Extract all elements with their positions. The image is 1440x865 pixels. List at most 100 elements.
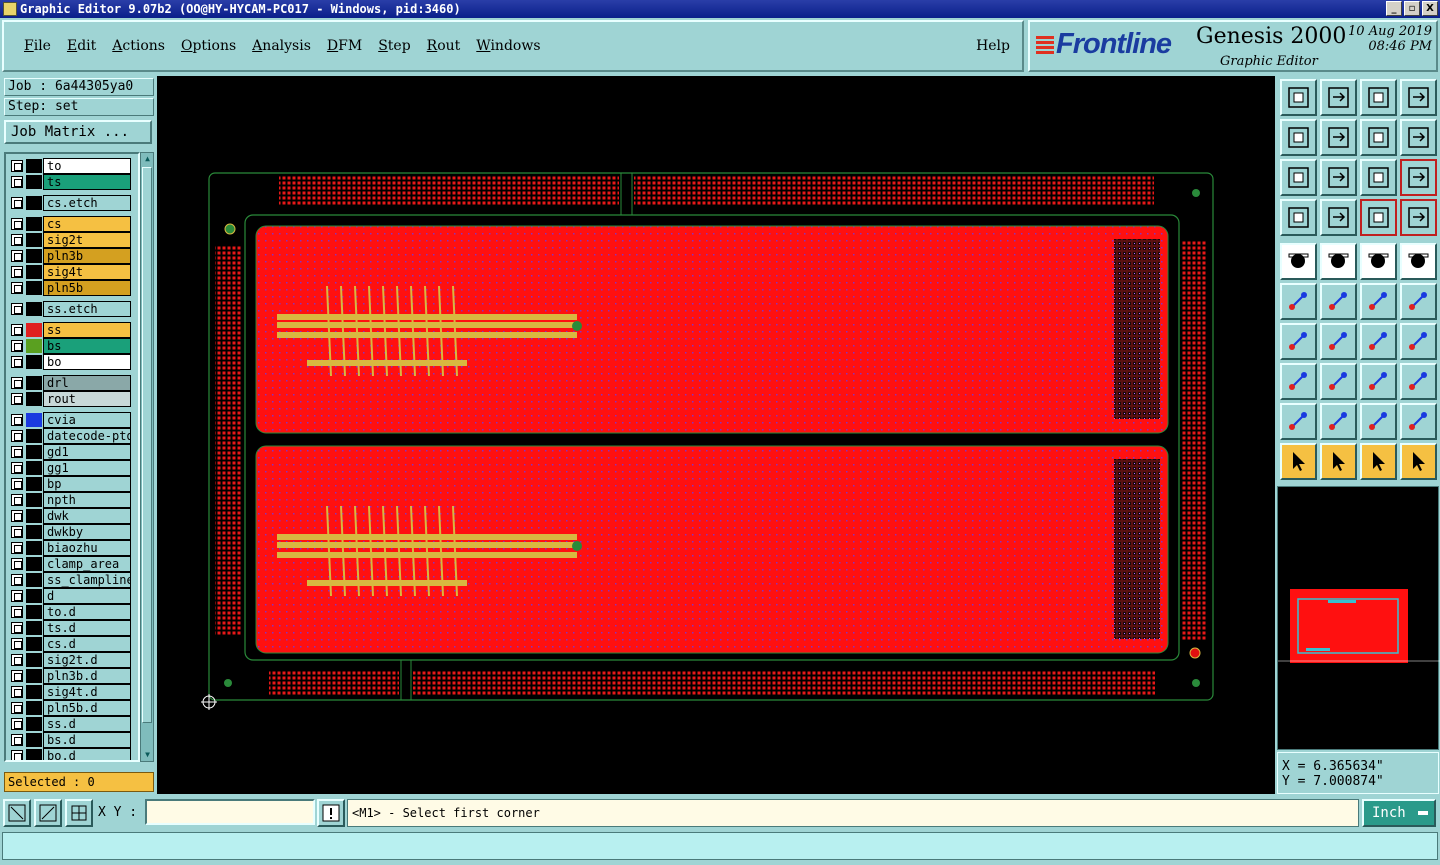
layer-row[interactable]: cs.d — [8, 636, 138, 652]
select-box-tool-button[interactable] — [1320, 443, 1357, 480]
alert-button[interactable] — [317, 799, 345, 827]
layer-name[interactable]: ss — [43, 322, 131, 338]
edit-shape-tool-button[interactable] — [1320, 243, 1357, 280]
layer-color-swatch[interactable] — [26, 701, 42, 715]
layer-color-swatch[interactable] — [26, 302, 42, 316]
layer-name[interactable]: bs.d — [43, 732, 131, 748]
layer-name[interactable]: dwkby — [43, 524, 131, 540]
layer-color-swatch[interactable] — [26, 493, 42, 507]
menu-analysis[interactable]: Analysis — [244, 38, 319, 54]
layer-row[interactable]: gd1 — [8, 444, 138, 460]
copy-pad-tool-button[interactable] — [1400, 283, 1437, 320]
layer-name[interactable]: ss_clampline — [43, 572, 131, 588]
layer-checkbox[interactable] — [11, 160, 23, 172]
layer-name[interactable]: cs.d — [43, 636, 131, 652]
layer-row[interactable]: dwkby — [8, 524, 138, 540]
layer-color-swatch[interactable] — [26, 376, 42, 390]
layer-name[interactable]: bo — [43, 354, 131, 370]
delete-x-tool-button[interactable] — [1320, 283, 1357, 320]
layer-checkbox[interactable] — [11, 218, 23, 230]
layer-name[interactable]: sig4t.d — [43, 684, 131, 700]
layer-row[interactable]: pln5b.d — [8, 700, 138, 716]
layer-checkbox[interactable] — [11, 510, 23, 522]
layer-checkbox[interactable] — [11, 558, 23, 570]
pad-snap-tool-button[interactable] — [1360, 199, 1397, 236]
layer-checkbox[interactable] — [11, 638, 23, 650]
layer-name[interactable]: sig2t.d — [43, 652, 131, 668]
zoom-center-tool-button[interactable] — [1320, 159, 1357, 196]
layer-row[interactable]: sig2t — [8, 232, 138, 248]
open-job-tool-button[interactable] — [1280, 79, 1317, 116]
layer-checkbox[interactable] — [11, 606, 23, 618]
layer-checkbox[interactable] — [11, 686, 23, 698]
layer-color-swatch[interactable] — [26, 233, 42, 247]
layer-name[interactable]: ts — [43, 174, 131, 190]
layer-name[interactable]: clamp_area — [43, 556, 131, 572]
layer-name[interactable]: cvia — [43, 412, 131, 428]
layer-row[interactable]: sig2t.d — [8, 652, 138, 668]
menu-dfm[interactable]: DFM — [319, 38, 370, 54]
layer-name[interactable]: rout — [43, 391, 131, 407]
layer-row[interactable]: bs.d — [8, 732, 138, 748]
layer-name[interactable]: cs — [43, 216, 131, 232]
layer-name[interactable]: ss.d — [43, 716, 131, 732]
layer-color-swatch[interactable] — [26, 265, 42, 279]
layer-color-swatch[interactable] — [26, 509, 42, 523]
layer-name[interactable]: to.d — [43, 604, 131, 620]
layer-color-swatch[interactable] — [26, 557, 42, 571]
layer-row[interactable]: pln5b — [8, 280, 138, 296]
poly-triangle-tool-button[interactable] — [1280, 403, 1317, 440]
menu-rout[interactable]: Rout — [419, 38, 469, 54]
layer-color-swatch[interactable] — [26, 589, 42, 603]
measure-button[interactable] — [34, 799, 62, 827]
poly-fill-tool-button[interactable] — [1360, 403, 1397, 440]
layer-name[interactable]: to — [43, 158, 131, 174]
layer-out-tool-button[interactable] — [1320, 119, 1357, 156]
layer-name[interactable]: biaozhu — [43, 540, 131, 556]
fill-pad-tool-button[interactable] — [1280, 243, 1317, 280]
layer-color-swatch[interactable] — [26, 733, 42, 747]
layer-checkbox[interactable] — [11, 250, 23, 262]
layer-color-swatch[interactable] — [26, 605, 42, 619]
move-pad-tool-button[interactable] — [1360, 283, 1397, 320]
layer-name[interactable]: bs — [43, 338, 131, 354]
layer-checkbox[interactable] — [11, 303, 23, 315]
round-pad-tool-button[interactable] — [1400, 243, 1437, 280]
layer-color-swatch[interactable] — [26, 637, 42, 651]
layer-color-swatch[interactable] — [26, 281, 42, 295]
layer-name[interactable]: gg1 — [43, 460, 131, 476]
layer-row[interactable]: ss — [8, 322, 138, 338]
layer-row[interactable]: npth — [8, 492, 138, 508]
layer-checkbox[interactable] — [11, 197, 23, 209]
arc-tool-tool-button[interactable] — [1360, 323, 1397, 360]
layer-checkbox[interactable] — [11, 542, 23, 554]
close-button[interactable]: X — [1422, 1, 1438, 16]
layer-checkbox[interactable] — [11, 494, 23, 506]
minimize-button[interactable]: _ — [1386, 1, 1402, 16]
layer-checkbox[interactable] — [11, 574, 23, 586]
text-ff-tool-button[interactable] — [1400, 323, 1437, 360]
layer-checkbox[interactable] — [11, 590, 23, 602]
layer-checkbox[interactable] — [11, 234, 23, 246]
layer-checkbox[interactable] — [11, 750, 23, 760]
layer-name[interactable]: cs.etch — [43, 195, 131, 211]
scroll-up-icon[interactable]: ▲ — [142, 154, 153, 164]
layer-name[interactable]: bo.d — [43, 748, 131, 760]
layer-color-swatch[interactable] — [26, 573, 42, 587]
layer-color-swatch[interactable] — [26, 217, 42, 231]
layer-row[interactable]: cs.etch — [8, 195, 138, 211]
layer-checkbox[interactable] — [11, 176, 23, 188]
layer-row[interactable]: datecode-ptd — [8, 428, 138, 444]
scale-ratio-tool-button[interactable] — [1360, 159, 1397, 196]
layer-name[interactable]: pln5b — [43, 280, 131, 296]
layer-row[interactable]: clamp_area — [8, 556, 138, 572]
line-tool-tool-button[interactable] — [1320, 323, 1357, 360]
window-split-tool-button[interactable] — [1400, 79, 1437, 116]
select-net-tool-button[interactable] — [1400, 443, 1437, 480]
layer-checkbox[interactable] — [11, 462, 23, 474]
layer-name[interactable]: npth — [43, 492, 131, 508]
job-matrix-button[interactable]: Job Matrix ... — [4, 120, 152, 144]
layer-color-swatch[interactable] — [26, 159, 42, 173]
layer-checkbox[interactable] — [11, 340, 23, 352]
layer-color-swatch[interactable] — [26, 429, 42, 443]
